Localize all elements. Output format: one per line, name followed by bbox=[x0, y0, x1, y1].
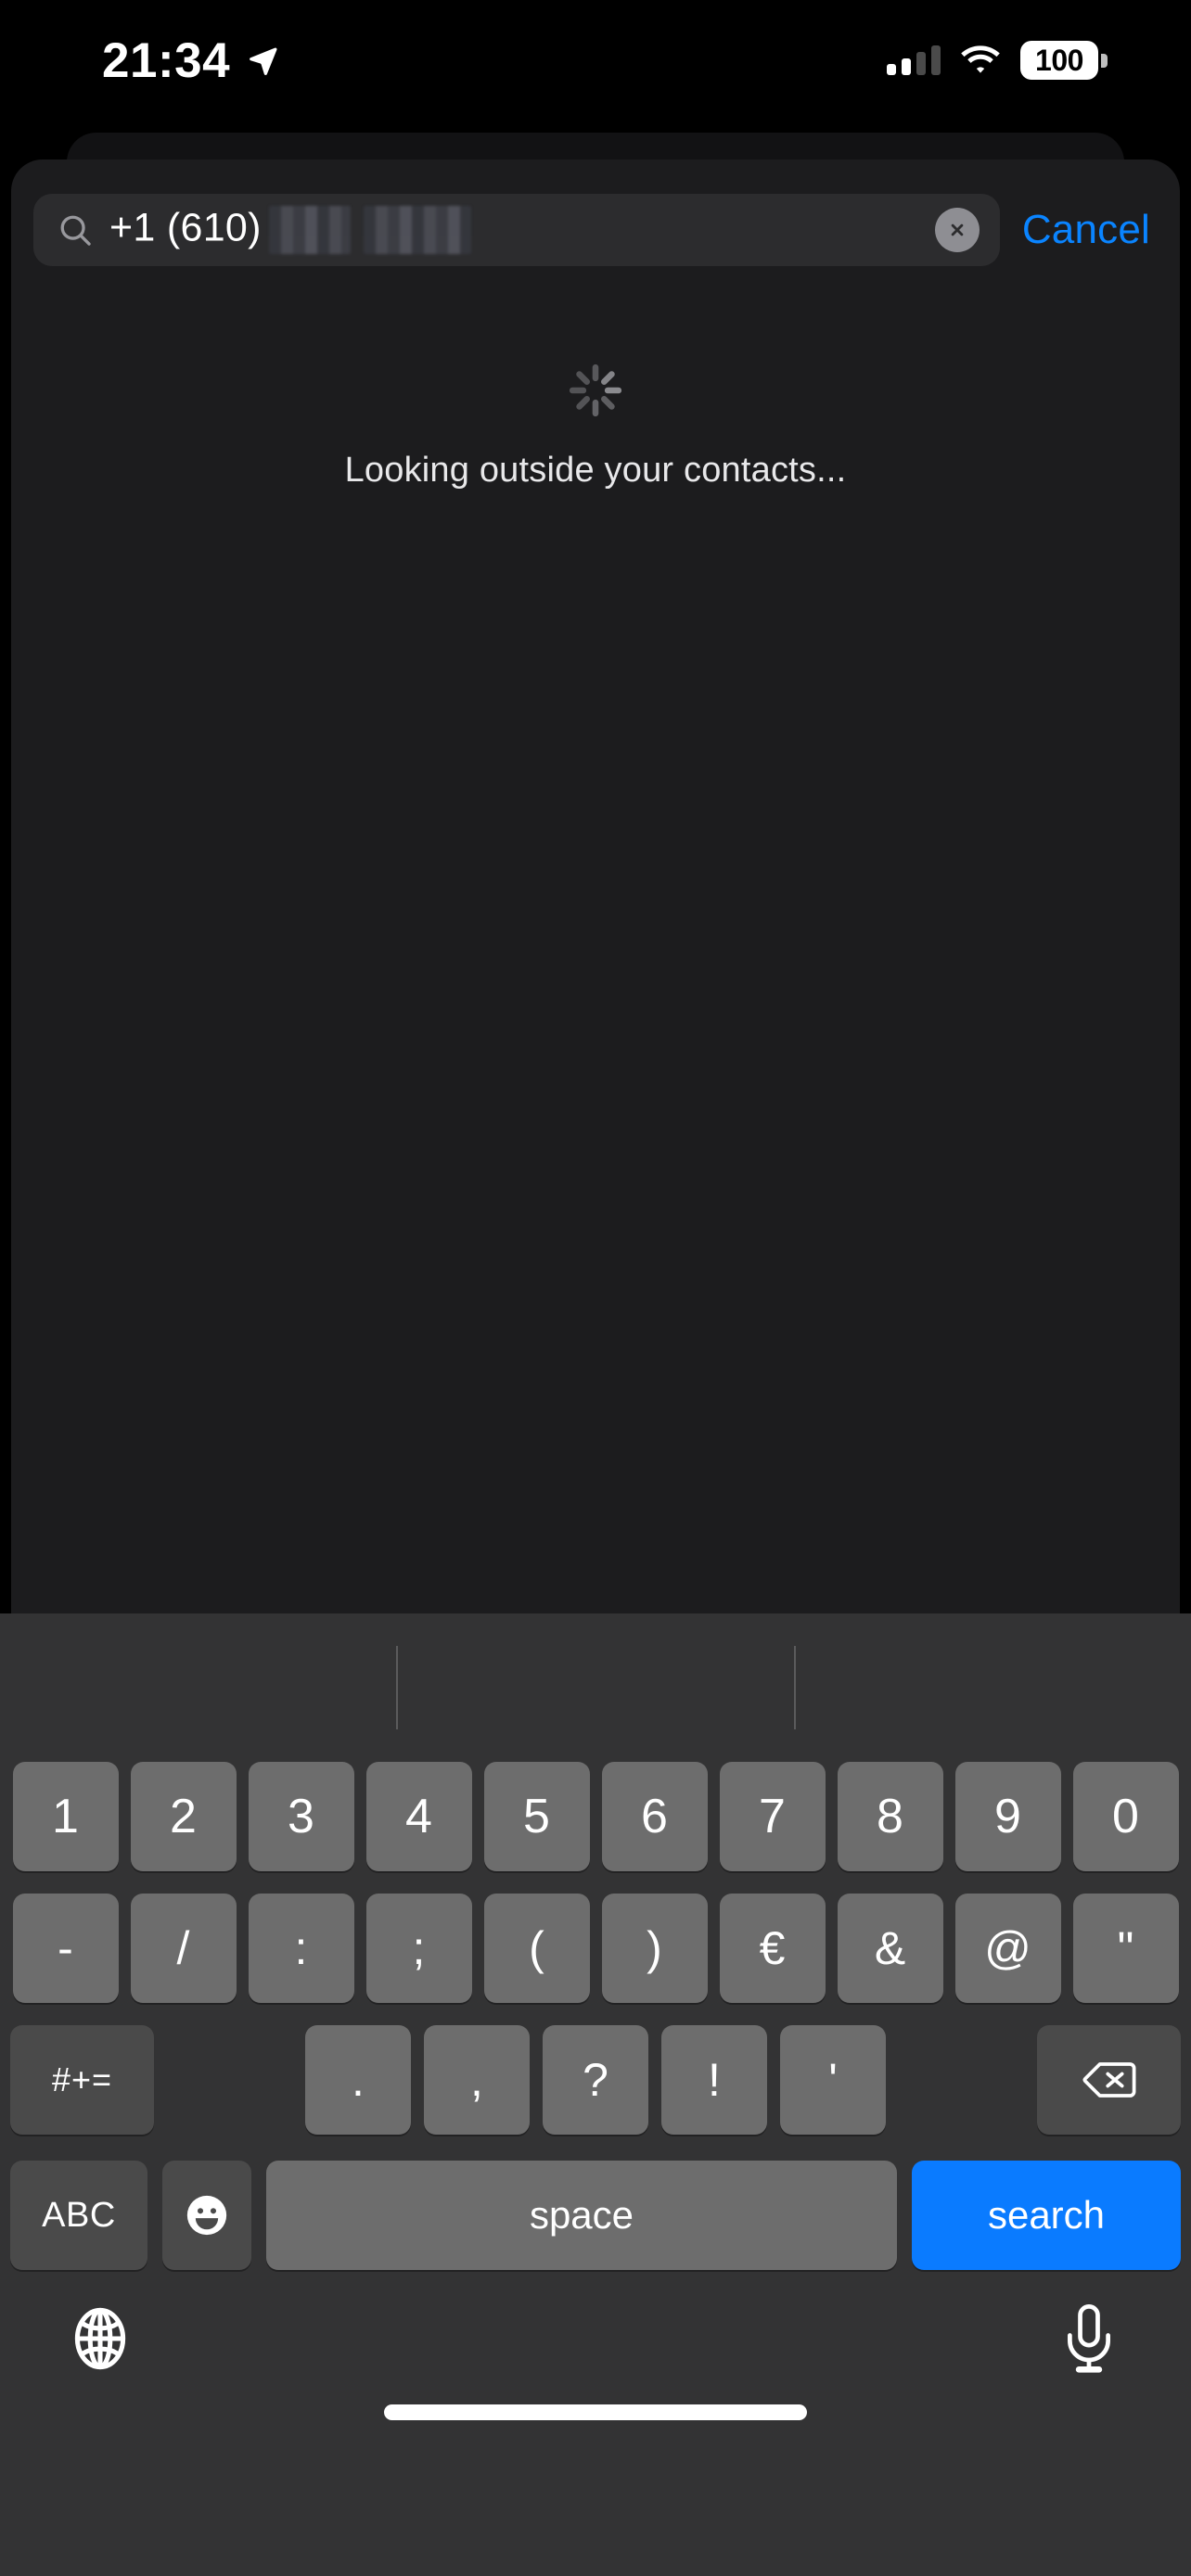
keyboard-row-numbers: 1 2 3 4 5 6 7 8 9 0 bbox=[0, 1762, 1191, 1871]
key-slash[interactable]: / bbox=[130, 1894, 237, 2003]
key-9[interactable]: 9 bbox=[954, 1762, 1061, 1871]
key-question[interactable]: ? bbox=[543, 2025, 648, 2135]
battery-icon: 100 bbox=[1020, 41, 1108, 80]
keyboard-row-symbols: - / : ; ( ) € & @ " bbox=[0, 1894, 1191, 2003]
predictive-divider bbox=[396, 1646, 398, 1729]
status-bar: 21:34 100 bbox=[0, 0, 1191, 121]
keyboard-row-bottom: ABC space search bbox=[0, 2161, 1191, 2270]
key-quote-double[interactable]: " bbox=[1072, 1894, 1179, 2003]
microphone-icon[interactable] bbox=[1063, 2303, 1115, 2376]
search-value-prefix: +1 (610) bbox=[109, 205, 262, 250]
loading-status-text: Looking outside your contacts... bbox=[344, 451, 847, 490]
delete-backward-icon[interactable] bbox=[1037, 2025, 1181, 2135]
key-colon[interactable]: : bbox=[248, 1894, 354, 2003]
key-2[interactable]: 2 bbox=[130, 1762, 237, 1871]
key-4[interactable]: 4 bbox=[365, 1762, 472, 1871]
redacted-digits bbox=[268, 206, 471, 254]
key-paren-open[interactable]: ( bbox=[483, 1894, 590, 2003]
search-bar-row: +1 (610) Cancel bbox=[11, 189, 1180, 271]
key-alt-symbols[interactable]: #+= bbox=[10, 2025, 154, 2135]
key-abc[interactable]: ABC bbox=[10, 2161, 147, 2270]
key-exclamation[interactable]: ! bbox=[661, 2025, 767, 2135]
search-icon bbox=[60, 215, 91, 246]
home-indicator-bar bbox=[384, 2404, 807, 2420]
status-bar-left: 21:34 bbox=[102, 36, 278, 85]
status-bar-clock: 21:34 bbox=[102, 32, 231, 88]
predictive-divider bbox=[794, 1646, 796, 1729]
wifi-icon bbox=[961, 45, 1000, 73]
loading-state: Looking outside your contacts... bbox=[11, 362, 1180, 488]
key-7[interactable]: 7 bbox=[719, 1762, 826, 1871]
key-6[interactable]: 6 bbox=[601, 1762, 708, 1871]
search-input-value: +1 (610) bbox=[109, 206, 471, 254]
key-8[interactable]: 8 bbox=[837, 1762, 943, 1871]
key-semicolon[interactable]: ; bbox=[365, 1894, 472, 2003]
key-apostrophe[interactable]: ' bbox=[780, 2025, 886, 2135]
key-0[interactable]: 0 bbox=[1072, 1762, 1179, 1871]
keyboard: 1 2 3 4 5 6 7 8 9 0 - / : ; ( ) € & @ " … bbox=[0, 1613, 1191, 2576]
activity-spinner-icon bbox=[569, 363, 622, 417]
battery-percent-label: 100 bbox=[1035, 43, 1083, 77]
cellular-signal-icon bbox=[887, 45, 941, 75]
key-3[interactable]: 3 bbox=[248, 1762, 354, 1871]
key-period[interactable]: . bbox=[305, 2025, 411, 2135]
key-at[interactable]: @ bbox=[954, 1894, 1061, 2003]
key-hyphen[interactable]: - bbox=[12, 1894, 119, 2003]
key-1[interactable]: 1 bbox=[12, 1762, 119, 1871]
key-euro[interactable]: € bbox=[719, 1894, 826, 2003]
keyboard-row-punctuation: #+= . , ? ! ' bbox=[0, 2025, 1191, 2135]
keyboard-utility-row bbox=[0, 2270, 1191, 2442]
key-ampersand[interactable]: & bbox=[837, 1894, 943, 2003]
location-arrow-icon bbox=[250, 47, 277, 76]
globe-icon[interactable] bbox=[67, 2305, 134, 2372]
search-input[interactable]: +1 (610) bbox=[33, 194, 1000, 266]
predictive-text-bar[interactable] bbox=[0, 1613, 1191, 1762]
key-paren-close[interactable]: ) bbox=[601, 1894, 708, 2003]
cancel-button[interactable]: Cancel bbox=[1009, 210, 1167, 250]
key-space[interactable]: space bbox=[266, 2161, 897, 2270]
key-5[interactable]: 5 bbox=[483, 1762, 590, 1871]
status-bar-right: 100 bbox=[887, 41, 1108, 80]
iphone-screen: 21:34 100 +1 (610) Cancel Looking outsid… bbox=[0, 0, 1191, 2576]
key-comma[interactable]: , bbox=[424, 2025, 530, 2135]
key-search-return[interactable]: search bbox=[912, 2161, 1181, 2270]
emoji-smiley-icon[interactable] bbox=[162, 2161, 251, 2270]
clear-circle-icon[interactable] bbox=[934, 208, 980, 252]
